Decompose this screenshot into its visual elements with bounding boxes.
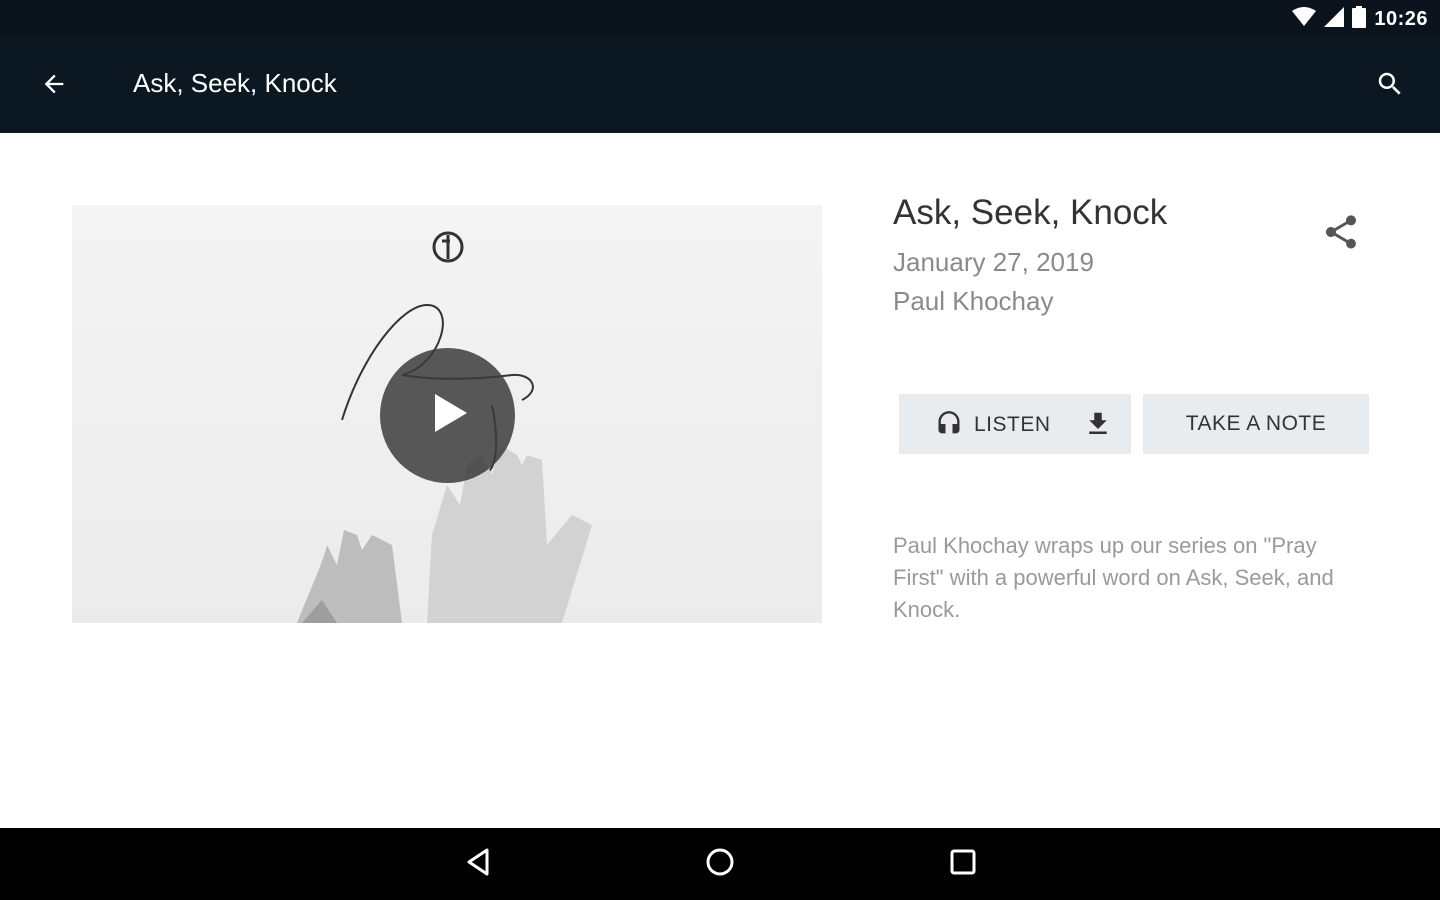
nav-home-icon: [704, 846, 736, 883]
system-nav-bar: [0, 828, 1440, 900]
sermon-date: January 27, 2019: [893, 247, 1094, 277]
cell-signal-icon: [1324, 6, 1345, 32]
sermon-description: Paul Khochay wraps up our series on "Pra…: [893, 533, 1334, 622]
play-button[interactable]: [380, 348, 515, 483]
sermon-title: Ask, Seek, Knock: [893, 193, 1168, 232]
play-icon: [423, 388, 473, 443]
take-note-button[interactable]: TAKE A NOTE: [1143, 394, 1369, 454]
sermon-speaker: Paul Khochay: [893, 286, 1054, 316]
status-icons: 10:26: [1292, 5, 1428, 33]
nav-recents-button[interactable]: [943, 844, 983, 884]
search-button[interactable]: [1370, 66, 1410, 106]
status-time: 10:26: [1374, 7, 1428, 30]
back-button[interactable]: [34, 66, 74, 106]
nav-recents-icon: [949, 848, 977, 881]
share-icon: [1321, 212, 1361, 257]
status-bar: 10:26: [0, 0, 1440, 38]
app-bar: Ask, Seek, Knock: [0, 38, 1440, 133]
sermon-artwork[interactable]: [72, 205, 822, 623]
sermon-detail: Ask, Seek, Knock January 27, 2019 Paul K…: [0, 133, 1440, 828]
wifi-icon: [1292, 6, 1317, 32]
arrow-back-icon: [40, 70, 68, 103]
search-icon: [1375, 69, 1405, 104]
headphones-icon: [935, 410, 963, 443]
nav-back-icon: [463, 847, 493, 882]
nav-home-button[interactable]: [700, 844, 740, 884]
share-button[interactable]: [1318, 211, 1364, 257]
nav-back-button[interactable]: [458, 844, 498, 884]
listen-label: LISTEN: [974, 413, 1051, 436]
download-icon[interactable]: [1083, 409, 1113, 439]
listen-button[interactable]: LISTEN: [899, 394, 1131, 454]
app-bar-title: Ask, Seek, Knock: [133, 68, 337, 98]
battery-icon: [1352, 5, 1367, 33]
take-note-label: TAKE A NOTE: [1185, 412, 1327, 435]
sermon-info: Ask, Seek, Knock January 27, 2019 Paul K…: [893, 193, 1373, 317]
